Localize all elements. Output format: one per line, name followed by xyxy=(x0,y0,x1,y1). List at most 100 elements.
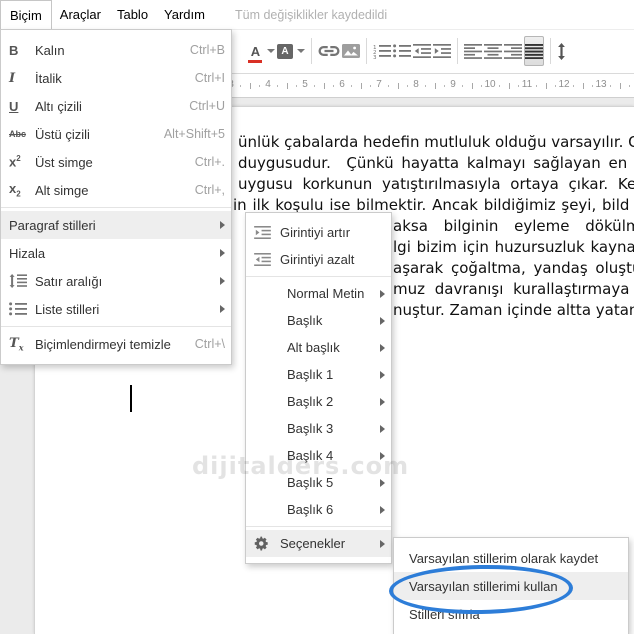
menubar-item-yardim[interactable]: Yardım xyxy=(156,0,213,29)
option-item-varsayilan-stillerim-olarak-kaydet[interactable]: Varsayılan stillerim olarak kaydet xyxy=(394,544,628,572)
align-left-button[interactable] xyxy=(464,37,482,65)
ruler-number: 13 xyxy=(595,79,607,90)
align-center-button[interactable] xyxy=(484,37,502,65)
document-text-line-1: ünlük çabalarda hedefin mutluluk olduğu … xyxy=(238,133,634,151)
menu-item-label: Başlık 6 xyxy=(287,502,334,517)
ruler-tick xyxy=(508,83,510,89)
menu-item-hizala[interactable]: Hizala xyxy=(1,239,231,267)
menu-item-bicimlendirmeyi-temizle[interactable]: Tx Biçimlendirmeyi temizle Ctrl+\ xyxy=(1,330,231,358)
ruler-tick xyxy=(582,83,584,89)
align-right-button[interactable] xyxy=(504,37,522,65)
menubar-item-tablo[interactable]: Tablo xyxy=(109,0,156,29)
underline-icon: U xyxy=(9,98,19,114)
menu-item-label: Başlık 3 xyxy=(287,421,334,436)
submenu-item-baslik-4[interactable]: Başlık 4 xyxy=(246,442,391,469)
menu-item-ust-simge[interactable]: x2 Üst simge Ctrl+. xyxy=(1,148,231,176)
menu-item-italik[interactable]: I İtalik Ctrl+I xyxy=(1,64,231,92)
ruler-tick xyxy=(518,85,519,87)
menu-item-paragraf-stilleri[interactable]: Paragraf stilleri xyxy=(1,211,231,239)
menu-item-kalin[interactable]: B Kalın Ctrl+B xyxy=(1,36,231,64)
menu-item-label: Alt simge xyxy=(35,182,89,198)
document-text-line-7: aşarak çoğaltma, yandaş oluşturm xyxy=(393,259,634,277)
ruler-tick xyxy=(296,85,297,87)
submenu-item-baslik-5[interactable]: Başlık 5 xyxy=(246,469,391,496)
menu-item-satir-araligi[interactable]: Satır aralığı xyxy=(1,267,231,295)
dropdown-caret-icon xyxy=(297,49,305,53)
menu-item-label: Başlık xyxy=(287,313,323,328)
superscript-icon: x2 xyxy=(9,154,21,170)
submenu-item-secenekler[interactable]: Seçenekler xyxy=(246,530,391,557)
submenu-arrow-icon xyxy=(380,451,385,460)
option-item-varsayilan-stillerimi-kullan[interactable]: Varsayılan stillerimi kullan xyxy=(394,572,628,600)
text-cursor xyxy=(130,385,132,412)
bullet-list-button[interactable] xyxy=(393,37,411,65)
insert-link-button[interactable] xyxy=(318,37,340,65)
ruler-tick xyxy=(286,83,288,89)
subscript-icon: x2 xyxy=(9,181,21,199)
menu-item-liste-stilleri[interactable]: Liste stilleri xyxy=(1,295,231,323)
submenu-item-baslik-1[interactable]: Başlık 1 xyxy=(246,361,391,388)
svg-text:3: 3 xyxy=(373,54,377,58)
indent-decrease-icon xyxy=(254,253,276,266)
numbered-list-button[interactable]: 123 xyxy=(373,37,391,65)
increase-indent-button[interactable] xyxy=(433,37,451,65)
line-spacing-button[interactable] xyxy=(557,37,566,65)
menu-item-label: Başlık 4 xyxy=(287,448,334,463)
document-text-line-8: muz davranışı kurallaştırmaya g xyxy=(393,280,634,298)
document-text-line-2: duygusudur. Çünkü hayatta kalmayı sağlay… xyxy=(238,154,634,172)
ruler-tick xyxy=(397,83,399,89)
ruler-tick xyxy=(481,85,482,87)
insert-image-button[interactable] xyxy=(342,37,360,65)
bold-icon: B xyxy=(9,42,19,58)
italic-icon: I xyxy=(9,70,16,86)
ruler-tick xyxy=(425,85,426,87)
gear-icon xyxy=(254,536,276,551)
menu-item-label: Stilleri sıfırla xyxy=(409,606,480,622)
highlight-color-button[interactable]: A xyxy=(277,37,305,65)
menubar: Biçim Araçlar Tablo Yardım Tüm değişiklikler… xyxy=(0,0,634,30)
line-spacing-icon xyxy=(557,42,566,60)
ruler-tick xyxy=(471,83,473,89)
submenu-item-baslik[interactable]: Başlık xyxy=(246,307,391,334)
ruler-tick xyxy=(610,85,611,87)
menu-item-ustu-cizili[interactable]: Abc Üstü çizili Alt+Shift+5 xyxy=(1,120,231,148)
ruler-tick xyxy=(407,85,408,87)
ruler-tick xyxy=(388,85,389,87)
align-justify-button[interactable] xyxy=(524,36,544,66)
menu-item-label: Kalın xyxy=(35,42,65,58)
submenu-arrow-icon xyxy=(220,221,225,229)
menu-item-label: Üst simge xyxy=(35,154,93,170)
submenu-arrow-icon xyxy=(380,397,385,406)
submenu-item-baslik-3[interactable]: Başlık 3 xyxy=(246,415,391,442)
submenu-arrow-icon xyxy=(220,305,225,313)
menu-item-alt-simge[interactable]: x2 Alt simge Ctrl+, xyxy=(1,176,231,204)
menu-item-label: Hizala xyxy=(9,245,46,261)
menu-item-shortcut: Ctrl+\ xyxy=(194,337,225,351)
submenu-item-normal-metin[interactable]: Normal Metin xyxy=(246,280,391,307)
ruler-tick xyxy=(323,83,325,89)
menu-item-alti-cizili[interactable]: U Altı çizili Ctrl+U xyxy=(1,92,231,120)
ruler-number: 12 xyxy=(558,79,570,90)
option-item-stilleri-sifirla[interactable]: Stilleri sıfırla xyxy=(394,600,628,628)
ruler-tick xyxy=(277,85,278,87)
ruler-tick xyxy=(314,85,315,87)
text-color-button[interactable]: A xyxy=(248,37,275,65)
menu-item-shortcut: Ctrl+I xyxy=(194,71,225,85)
submenu-arrow-icon xyxy=(220,277,225,285)
highlight-color-icon: A xyxy=(277,43,293,59)
submenu-item-baslik-2[interactable]: Başlık 2 xyxy=(246,388,391,415)
menubar-item-araclar[interactable]: Araçlar xyxy=(52,0,109,29)
menubar-item-bicim[interactable]: Biçim xyxy=(0,0,52,30)
menu-item-label: Başlık 1 xyxy=(287,367,334,382)
menu-item-shortcut: Ctrl+B xyxy=(189,43,225,57)
decrease-indent-button[interactable] xyxy=(413,37,431,65)
submenu-item-girintiyi-azalt[interactable]: Girintiyi azalt xyxy=(246,246,391,273)
submenu-item-girintiyi-artir[interactable]: Girintiyi artır xyxy=(246,219,391,246)
toolbar-separator xyxy=(457,38,458,64)
document-text-line-5: aksa bilginin eyleme dökülm xyxy=(393,217,634,235)
submenu-item-baslik-6[interactable]: Başlık 6 xyxy=(246,496,391,523)
submenu-arrow-icon xyxy=(380,343,385,352)
submenu-arrow-icon xyxy=(380,316,385,325)
submenu-item-alt-baslik[interactable]: Alt başlık xyxy=(246,334,391,361)
ruler-tick xyxy=(444,85,445,87)
